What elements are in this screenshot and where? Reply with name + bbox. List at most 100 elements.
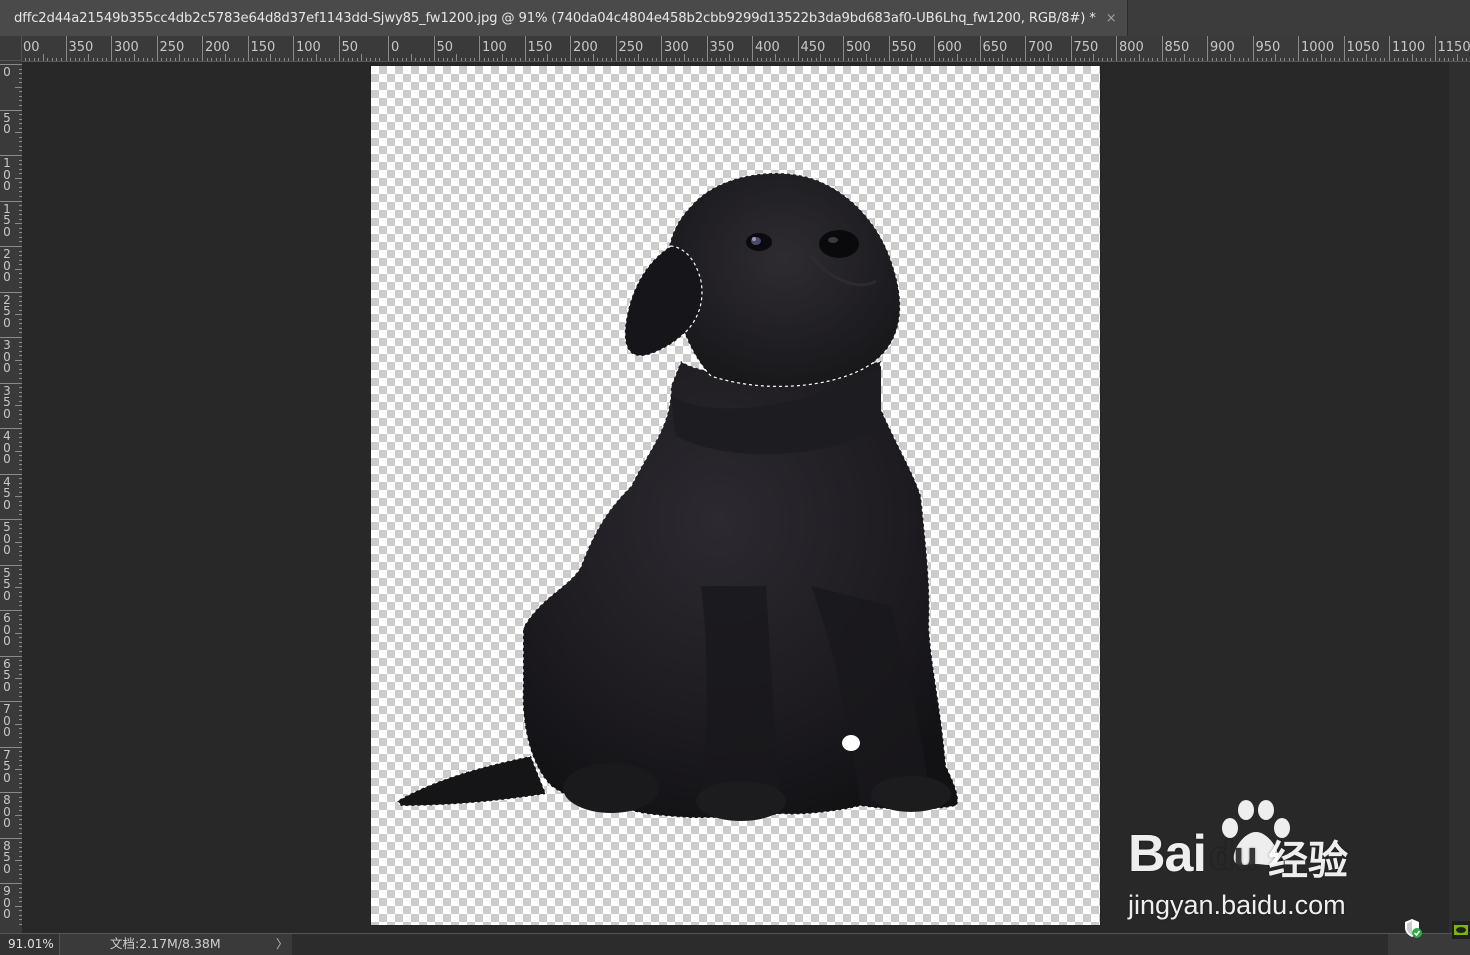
ruler-minor-tick xyxy=(1452,58,1454,61)
ruler-minor-tick xyxy=(906,58,908,61)
ruler-minor-tick xyxy=(1034,58,1036,61)
document-tab[interactable]: dffc2d44a21549b355cc4db2c5783e64d8d37ef1… xyxy=(0,0,1128,36)
ruler-minor-tick xyxy=(765,58,767,61)
ruler-minor-tick xyxy=(838,58,840,61)
ruler-minor-tick xyxy=(883,58,885,61)
ruler-minor-tick xyxy=(410,54,412,61)
ruler-minor-tick xyxy=(1106,58,1108,61)
ruler-label: 300 xyxy=(114,40,139,55)
ruler-minor-tick xyxy=(365,58,367,61)
vertical-scrollbar[interactable] xyxy=(1449,62,1470,933)
status-menu-arrow-icon[interactable]: 〉 xyxy=(276,934,288,955)
ruler-minor-tick xyxy=(656,58,658,61)
ruler-minor-tick xyxy=(129,58,131,61)
ruler-minor-tick xyxy=(79,58,81,61)
ruler-label: 750 xyxy=(3,747,11,785)
ruler-minor-tick xyxy=(465,58,467,61)
ruler-minor-tick xyxy=(1147,58,1149,61)
ruler-minor-tick xyxy=(1129,58,1131,61)
ruler-minor-tick xyxy=(1379,58,1381,61)
ruler-minor-tick xyxy=(279,58,281,61)
ruler-minor-tick xyxy=(761,58,763,61)
document-canvas[interactable] xyxy=(370,65,1101,926)
ruler-minor-tick xyxy=(15,132,22,134)
ruler-corner[interactable] xyxy=(0,36,22,61)
ruler-tick xyxy=(1116,36,1117,61)
ruler-minor-tick xyxy=(856,58,858,61)
ruler-label: 1100 xyxy=(1392,40,1426,55)
ruler-minor-tick xyxy=(670,58,672,61)
ruler-minor-tick xyxy=(1179,58,1181,61)
vertical-ruler[interactable]: 0 50 100 150 200 250 300 350 400 450 500 550 600 650 7… xyxy=(0,61,23,933)
ruler-minor-tick xyxy=(1457,54,1459,61)
ruler-minor-tick xyxy=(1425,58,1427,61)
ruler-minor-tick xyxy=(633,58,635,61)
ruler-minor-tick xyxy=(674,58,676,61)
ruler-minor-tick xyxy=(361,54,363,61)
ruler-minor-tick xyxy=(451,58,453,61)
ruler-tick xyxy=(615,36,617,61)
horizontal-scrollbar[interactable] xyxy=(292,934,1388,955)
ruler-minor-tick xyxy=(683,54,685,61)
nvidia-tray-icon[interactable] xyxy=(1452,921,1470,939)
ruler-minor-tick xyxy=(997,58,999,61)
ruler-minor-tick xyxy=(870,58,872,61)
ruler-minor-tick xyxy=(1234,58,1236,61)
ruler-minor-tick xyxy=(756,58,758,61)
ruler-minor-tick xyxy=(915,58,917,61)
ruler-minor-tick xyxy=(120,58,122,61)
ruler-minor-tick xyxy=(547,54,549,61)
ruler-minor-tick xyxy=(1448,58,1450,61)
ruler-minor-tick xyxy=(15,541,22,543)
ruler-minor-tick xyxy=(1188,58,1190,61)
ruler-minor-tick xyxy=(852,58,854,61)
ruler-minor-tick xyxy=(1156,58,1158,61)
ruler-minor-tick xyxy=(192,58,194,61)
ruler-tick xyxy=(156,36,158,61)
ruler-minor-tick xyxy=(238,58,240,61)
ruler-minor-tick xyxy=(1366,54,1368,61)
ruler-label: 450 xyxy=(800,40,826,55)
ruler-minor-tick xyxy=(974,58,976,61)
ruler-minor-tick xyxy=(1270,58,1272,61)
ruler-minor-tick xyxy=(460,58,462,61)
ruler-label: 800 xyxy=(3,793,11,830)
ruler-minor-tick xyxy=(15,723,22,725)
ruler-minor-tick xyxy=(938,58,940,61)
ruler-minor-tick xyxy=(92,58,94,61)
ruler-minor-tick xyxy=(965,58,967,61)
ruler-minor-tick xyxy=(15,359,22,361)
ruler-minor-tick xyxy=(738,58,740,61)
ruler-label: 550 xyxy=(891,40,917,55)
ruler-minor-tick xyxy=(1225,58,1227,61)
ruler-minor-tick xyxy=(270,54,272,61)
ruler-minor-tick xyxy=(1429,58,1431,61)
ruler-minor-tick xyxy=(720,58,722,61)
ruler-minor-tick xyxy=(133,54,135,61)
ruler-minor-tick xyxy=(588,58,590,61)
ruler-label: 500 xyxy=(3,520,11,557)
ruler-minor-tick xyxy=(183,58,185,61)
ruler-minor-tick xyxy=(15,632,22,634)
ruler-minor-tick xyxy=(774,54,776,61)
security-shield-icon[interactable] xyxy=(1401,917,1423,939)
document-info[interactable]: 文档:2.17M/8.38M xyxy=(110,934,221,954)
ruler-label: 300 xyxy=(664,40,689,55)
ruler-minor-tick xyxy=(542,58,544,61)
zoom-level-field[interactable]: 91.01% xyxy=(0,934,60,955)
ruler-minor-tick xyxy=(283,58,285,61)
ruler-minor-tick xyxy=(1184,54,1186,61)
ruler-minor-tick xyxy=(252,58,254,61)
horizontal-ruler[interactable]: 00 350 300 250 200 150 100 50 0 50 100 150 200 250 300… xyxy=(22,36,1470,62)
ruler-label: 700 xyxy=(3,702,11,739)
ruler-label: 350 xyxy=(68,40,94,55)
ruler-minor-tick xyxy=(1052,58,1054,61)
ruler-minor-tick xyxy=(70,58,72,61)
close-icon[interactable]: × xyxy=(1106,11,1117,26)
ruler-minor-tick xyxy=(1193,58,1195,61)
ruler-minor-tick xyxy=(392,58,394,61)
ruler-minor-tick xyxy=(501,54,503,61)
ruler-minor-tick xyxy=(620,58,622,61)
ruler-minor-tick xyxy=(929,58,931,61)
baidu-watermark: Bai du 经验 jingyan.baidu.com xyxy=(1128,798,1398,926)
